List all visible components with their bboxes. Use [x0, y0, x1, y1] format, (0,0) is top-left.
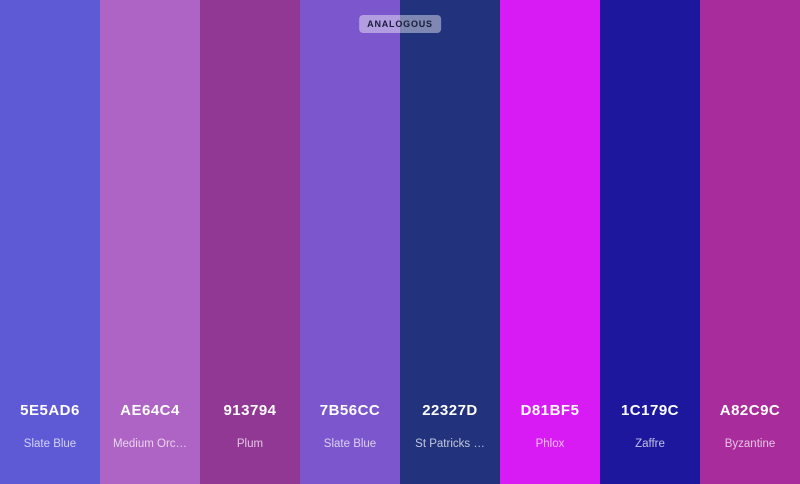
swatch-color-name: Slate Blue [23, 438, 77, 450]
swatch-hex-code: 22327D [422, 402, 478, 419]
swatch-color-name: Plum [236, 438, 264, 450]
swatch-color-name: Byzantine [724, 438, 776, 450]
swatch-hex-code: 5E5AD6 [20, 402, 80, 419]
color-swatch-8[interactable]: A82C9C Byzantine [700, 0, 800, 484]
palette-type-badge: ANALOGOUS [359, 15, 441, 33]
color-swatch-7[interactable]: 1C179C Zaffre [600, 0, 700, 484]
swatch-color-name: St Patricks … [415, 438, 485, 450]
color-swatch-3[interactable]: 913794 Plum [200, 0, 300, 484]
swatch-hex-code: AE64C4 [120, 402, 180, 419]
swatch-hex-code: A82C9C [719, 402, 781, 419]
swatch-color-name: Zaffre [635, 438, 665, 450]
swatch-hex-code: 913794 [223, 402, 277, 419]
color-palette: ANALOGOUS 5E5AD6 Slate Blue AE64C4 Mediu… [0, 0, 800, 484]
color-swatch-6[interactable]: D81BF5 Phlox [500, 0, 600, 484]
swatch-color-name: Medium Orc… [112, 438, 188, 450]
color-swatch-4[interactable]: 7B56CC Slate Blue [300, 0, 400, 484]
color-swatch-5[interactable]: 22327D St Patricks … [400, 0, 500, 484]
swatch-color-name: Slate Blue [323, 438, 377, 450]
swatch-hex-code: 7B56CC [319, 402, 381, 419]
swatch-hex-code: 1C179C [620, 402, 680, 419]
color-swatch-1[interactable]: 5E5AD6 Slate Blue [0, 0, 100, 484]
swatch-hex-code: D81BF5 [520, 402, 580, 419]
color-swatch-2[interactable]: AE64C4 Medium Orc… [100, 0, 200, 484]
swatch-color-name: Phlox [535, 438, 565, 450]
